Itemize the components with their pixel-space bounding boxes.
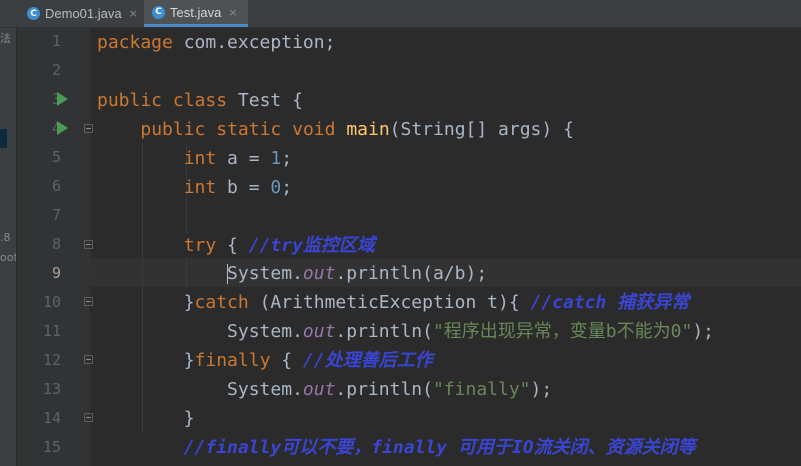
keyword: int	[183, 148, 217, 169]
static-field: out	[302, 379, 336, 400]
line-number: 10	[42, 293, 61, 311]
tab-label: Test.java	[170, 4, 222, 20]
line-number: 4	[51, 119, 61, 137]
number-literal: 1	[270, 148, 282, 169]
keyword: void	[292, 119, 336, 140]
keyword: try	[183, 235, 217, 256]
code-line-14: }	[183, 408, 195, 429]
run-class-icon[interactable]	[57, 92, 68, 106]
comment: //处理善后工作	[302, 350, 433, 371]
line-number: 11	[42, 322, 61, 340]
line-number: 7	[51, 206, 61, 224]
keyword: int	[183, 177, 217, 198]
code-line-8: try { //try监控区域	[183, 235, 375, 256]
code-line-12: }finally { //处理善后工作	[183, 350, 433, 371]
code-line-4: public static void main(String[] args) {	[140, 119, 574, 140]
code-line-5: int a = 1;	[183, 148, 293, 169]
tab-test-java[interactable]: C Test.java ×	[144, 0, 248, 27]
selected-item-highlight	[0, 129, 7, 148]
code-line-13: System.out.println("finally");	[227, 379, 553, 400]
tab-demo01-java[interactable]: C Demo01.java ×	[22, 0, 143, 27]
code-line-9: System.out.println(a/b);	[227, 263, 488, 284]
comment: //finally可以不要，finally 可用于IO流关闭、资源关闭等	[183, 437, 696, 458]
panel-text-fragment: .8	[0, 231, 11, 244]
line-number: 6	[51, 177, 61, 195]
keyword: package	[97, 32, 173, 53]
project-panel-edge[interactable]: 法 .8 oot	[0, 28, 17, 466]
comment: //try监控区域	[248, 235, 375, 256]
static-field: out	[302, 263, 336, 284]
line-number: 12	[42, 351, 61, 369]
string-literal: "程序出现异常，变量b不能为0"	[432, 321, 693, 342]
comment: //catch 捕获异常	[530, 292, 690, 313]
keyword: class	[172, 90, 228, 111]
close-tab-icon[interactable]: ×	[228, 6, 237, 19]
line-number: 13	[42, 380, 61, 398]
tab-label: Demo01.java	[45, 6, 122, 21]
static-field: out	[302, 321, 336, 342]
code-line-11: System.out.println("程序出现异常，变量b不能为0");	[227, 321, 715, 342]
line-number-current: 9	[51, 264, 61, 282]
code-line-1: package com.exception;	[97, 32, 336, 53]
keyword: public	[97, 90, 163, 111]
close-tab-icon[interactable]: ×	[129, 7, 138, 20]
line-number: 5	[51, 148, 61, 166]
line-number: 1	[51, 32, 61, 50]
panel-text-fragment: 法	[0, 32, 11, 45]
line-number: 8	[51, 235, 61, 253]
line-number: 14	[42, 409, 61, 427]
line-number: 2	[51, 61, 61, 79]
panel-text-fragment: oot	[0, 251, 16, 264]
keyword: public	[140, 119, 206, 140]
code-line-15: //finally可以不要，finally 可用于IO流关闭、资源关闭等	[97, 433, 696, 462]
line-number: 3	[51, 90, 61, 108]
editor-tab-bar: C Demo01.java × C Test.java ×	[0, 0, 801, 28]
editor-gutter[interactable]: 1 2 3 4 5 6 7 8 9 10 11 12 13 14 15	[17, 28, 90, 466]
java-class-icon: C	[152, 5, 165, 19]
java-class-icon: C	[27, 7, 40, 20]
keyword: catch	[194, 292, 249, 313]
number-literal: 0	[270, 177, 282, 198]
code-line-3: public class Test {	[97, 90, 303, 111]
keyword: finally	[194, 350, 271, 371]
keyword: static	[216, 119, 282, 140]
code-line-6: int b = 0;	[183, 177, 293, 198]
string-literal: "finally"	[432, 379, 531, 400]
code-line-10: }catch (ArithmeticException t){ //catch …	[183, 292, 690, 313]
method-name: main	[346, 119, 390, 140]
run-main-icon[interactable]	[57, 121, 68, 135]
line-number: 15	[42, 438, 61, 456]
